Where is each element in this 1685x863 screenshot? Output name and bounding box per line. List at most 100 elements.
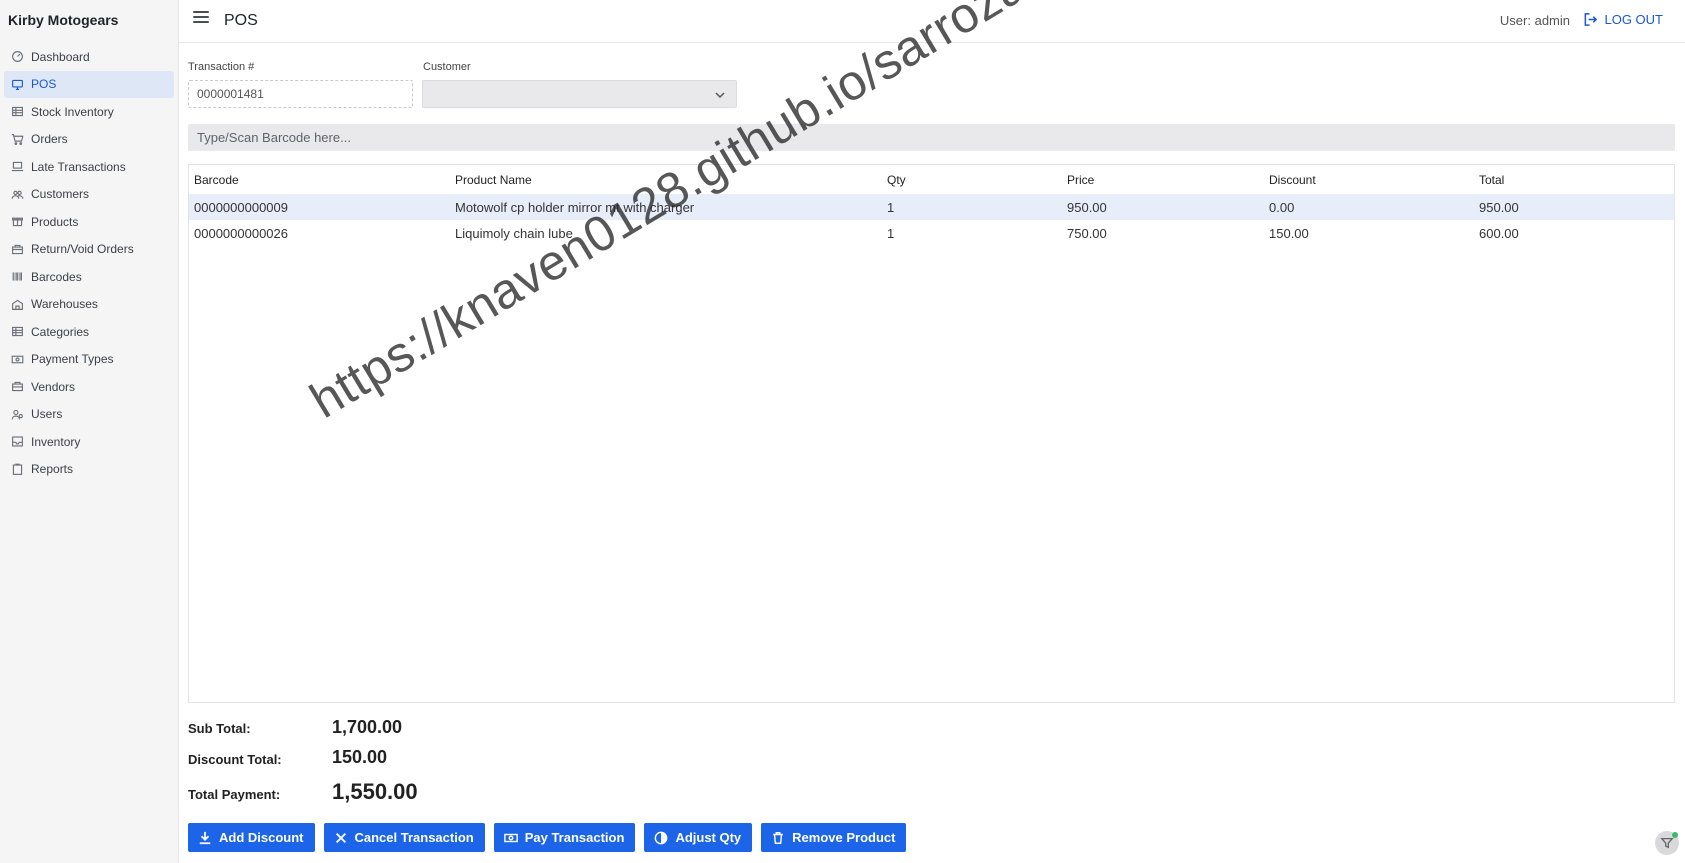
table-icon bbox=[10, 105, 24, 119]
monitor-icon bbox=[10, 77, 24, 91]
sub-total-value: 1,700.00 bbox=[332, 717, 403, 737]
column-header-product-name[interactable]: Product Name bbox=[450, 165, 882, 194]
pay-transaction-button[interactable]: Pay Transaction bbox=[493, 823, 636, 852]
pay-transaction-label: Pay Transaction bbox=[524, 830, 625, 845]
cash-icon bbox=[503, 833, 518, 842]
brand-name: Kirby Motogears bbox=[8, 12, 119, 28]
sidebar-item-pos[interactable]: POS bbox=[4, 70, 174, 98]
sidebar-item-reports[interactable]: Reports bbox=[4, 456, 174, 484]
cell-total: 950.00 bbox=[1474, 194, 1674, 220]
total-payment-value: 1,550.00 bbox=[332, 779, 418, 804]
sidebar-item-label: Reports bbox=[31, 462, 74, 477]
laptop-icon bbox=[10, 160, 24, 174]
column-header-total[interactable]: Total bbox=[1474, 165, 1674, 194]
logout-label: LOG OUT bbox=[1604, 12, 1663, 27]
cart-table: Barcode Product Name Qty Price Discount … bbox=[188, 164, 1675, 703]
sidebar-item-categories[interactable]: Categories bbox=[4, 318, 174, 346]
notification-widget[interactable] bbox=[1655, 831, 1679, 855]
contrast-icon bbox=[655, 831, 668, 844]
logout-button[interactable]: LOG OUT bbox=[1583, 12, 1663, 27]
cell-qty: 1 bbox=[882, 194, 1062, 220]
sidebar-item-users[interactable]: Users bbox=[4, 401, 174, 429]
sidebar-item-label: Stock Inventory bbox=[31, 104, 114, 119]
sidebar-item-label: Categories bbox=[31, 324, 90, 339]
sub-total-label: Sub Total: bbox=[188, 721, 251, 736]
payment-icon bbox=[10, 352, 24, 366]
warehouse-icon bbox=[10, 297, 24, 311]
cell-discount: 150.00 bbox=[1269, 225, 1309, 241]
discount-total-label: Discount Total: bbox=[188, 752, 282, 767]
sidebar-item-customers[interactable]: Customers bbox=[4, 181, 174, 209]
page-title: POS bbox=[224, 12, 258, 29]
trash-icon bbox=[773, 831, 783, 844]
sidebar-item-products[interactable]: Products bbox=[4, 208, 174, 236]
dashboard-icon bbox=[10, 50, 24, 64]
menu-icon[interactable] bbox=[193, 11, 209, 27]
column-header-barcode[interactable]: Barcode bbox=[189, 165, 450, 194]
status-dot bbox=[1672, 832, 1678, 838]
sidebar-nav: Dashboard POS Stock Inventory Orders Lat… bbox=[4, 43, 174, 483]
total-payment-label: Total Payment: bbox=[188, 787, 281, 802]
cell-product-name: Liquimoly chain lube bbox=[455, 225, 573, 241]
transaction-label: Transaction # bbox=[188, 61, 255, 73]
remove-product-label: Remove Product bbox=[792, 830, 896, 845]
sidebar-item-label: Customers bbox=[31, 187, 90, 202]
customer-select[interactable] bbox=[422, 80, 737, 108]
sidebar: Kirby Motogears Dashboard POS Stock Inve… bbox=[0, 0, 179, 863]
sidebar-item-label: Barcodes bbox=[31, 269, 82, 284]
sidebar-item-label: Return/Void Orders bbox=[31, 242, 134, 257]
discount-total-value: 150.00 bbox=[332, 747, 388, 767]
sidebar-item-label: POS bbox=[31, 77, 57, 92]
sidebar-item-label: Products bbox=[31, 214, 79, 229]
sidebar-item-inventory[interactable]: Inventory bbox=[4, 428, 174, 456]
logout-icon bbox=[1585, 13, 1598, 26]
vendors-icon bbox=[10, 380, 24, 394]
add-discount-button[interactable]: Add Discount bbox=[188, 823, 315, 852]
action-buttons: Add Discount Cancel Transaction Pay Tran… bbox=[188, 823, 907, 852]
column-header-qty[interactable]: Qty bbox=[882, 165, 1062, 194]
sidebar-item-label: Inventory bbox=[31, 434, 81, 449]
table-row[interactable]: 0000000000009 Motowolf cp holder mirror … bbox=[189, 194, 1674, 220]
reports-icon bbox=[10, 462, 24, 476]
sidebar-item-label: Vendors bbox=[31, 379, 76, 394]
sidebar-item-dashboard[interactable]: Dashboard bbox=[4, 43, 174, 71]
sidebar-item-orders[interactable]: Orders bbox=[4, 126, 174, 154]
cell-barcode: 0000000000009 bbox=[189, 194, 450, 220]
transaction-number-input[interactable] bbox=[188, 80, 413, 108]
sidebar-item-payment-types[interactable]: Payment Types bbox=[4, 346, 174, 374]
top-header: POS User: admin LOG OUT bbox=[179, 0, 1685, 43]
add-discount-label: Add Discount bbox=[219, 830, 304, 845]
column-header-discount[interactable]: Discount bbox=[1264, 165, 1474, 194]
barcode-input[interactable] bbox=[188, 124, 1675, 151]
return-icon bbox=[10, 242, 24, 256]
cell-barcode: 0000000000026 bbox=[194, 225, 288, 241]
sidebar-item-warehouses[interactable]: Warehouses bbox=[4, 291, 174, 319]
products-icon bbox=[10, 215, 24, 229]
sidebar-item-barcodes[interactable]: Barcodes bbox=[4, 263, 174, 291]
sidebar-item-label: Late Transactions bbox=[31, 159, 126, 174]
remove-product-button[interactable]: Remove Product bbox=[761, 823, 907, 852]
sidebar-item-return-void-orders[interactable]: Return/Void Orders bbox=[4, 236, 174, 264]
sidebar-item-late-transactions[interactable]: Late Transactions bbox=[4, 153, 174, 181]
sidebar-item-label: Dashboard bbox=[31, 49, 90, 64]
sidebar-item-vendors[interactable]: Vendors bbox=[4, 373, 174, 401]
sidebar-item-label: Payment Types bbox=[31, 352, 114, 367]
adjust-qty-button[interactable]: Adjust Qty bbox=[644, 823, 753, 852]
filter-icon bbox=[1660, 837, 1674, 849]
adjust-qty-label: Adjust Qty bbox=[675, 830, 742, 845]
cancel-transaction-button[interactable]: Cancel Transaction bbox=[323, 823, 485, 852]
cell-price: 950.00 bbox=[1062, 194, 1264, 220]
table-header-row: Barcode Product Name Qty Price Discount … bbox=[189, 165, 1674, 194]
cell-discount: 0.00 bbox=[1264, 194, 1474, 220]
sidebar-item-stock-inventory[interactable]: Stock Inventory bbox=[4, 98, 174, 126]
close-icon bbox=[335, 832, 346, 843]
cell-total: 600.00 bbox=[1479, 225, 1519, 241]
column-header-price[interactable]: Price bbox=[1062, 165, 1264, 194]
chevron-down-icon bbox=[715, 92, 725, 99]
inventory-icon bbox=[10, 435, 24, 449]
cart-icon bbox=[10, 132, 24, 146]
cell-product-name: Motowolf cp holder mirror mt with charge… bbox=[450, 194, 882, 220]
table-row[interactable]: 0000000000026 Liquimoly chain lube 1 750… bbox=[189, 220, 1674, 246]
customers-icon bbox=[10, 187, 24, 201]
sidebar-item-label: Users bbox=[31, 407, 63, 422]
